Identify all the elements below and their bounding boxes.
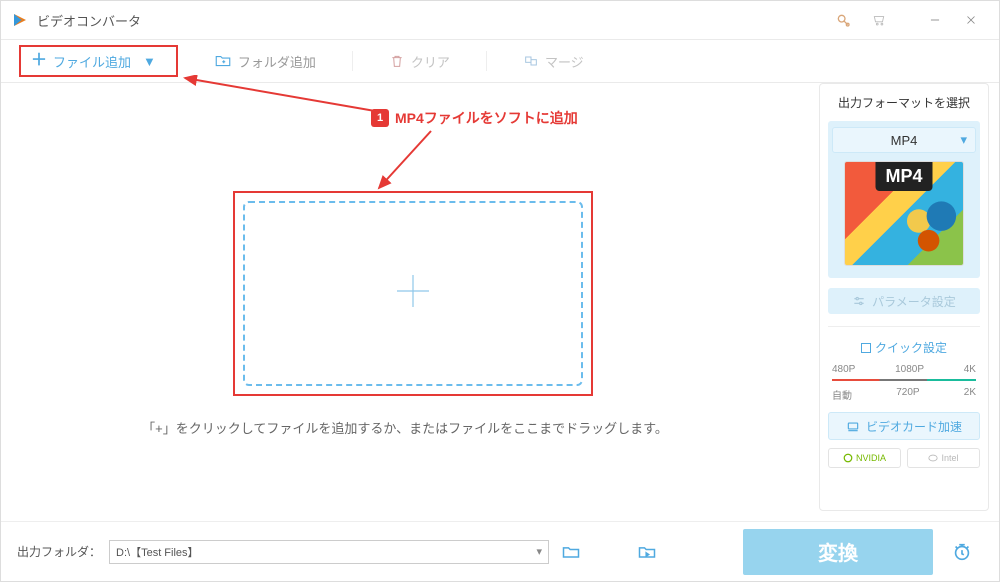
minimize-button[interactable] — [917, 5, 953, 35]
add-file-label: ファイル追加 — [53, 52, 131, 71]
merge-label: マージ — [545, 52, 584, 71]
quality-slider[interactable] — [832, 379, 976, 381]
output-folder-select[interactable]: D:\【Test Files】 ▾ — [109, 540, 549, 564]
merge-button[interactable]: マージ — [515, 45, 592, 77]
output-format-value: MP4 — [891, 133, 918, 148]
format-thumbnail[interactable]: MP4 — [844, 161, 964, 266]
folder-plus-icon — [214, 52, 232, 70]
app-window: ビデオコンバータ ＋ ファイル追加 ▼ フォルダ追加 — [0, 0, 1000, 582]
callout-text: MP4ファイルをソフトに追加 — [395, 108, 578, 128]
add-folder-button[interactable]: フォルダ追加 — [206, 45, 324, 77]
open-folder-button[interactable] — [557, 538, 585, 566]
right-panel-title: 出力フォーマットを選択 — [828, 94, 980, 111]
quality-scale-bottom: 自動 720P 2K — [828, 387, 980, 402]
chevron-down-icon: ▾ — [960, 132, 967, 148]
parameter-settings-button[interactable]: パラメータ設定 — [828, 288, 980, 314]
toolbar: ＋ ファイル追加 ▼ フォルダ追加 クリア マージ — [1, 40, 999, 82]
step-badge: 1 — [371, 109, 389, 127]
nvidia-badge: NVIDIA — [828, 448, 901, 468]
output-format-select[interactable]: MP4 ▾ — [832, 127, 976, 153]
account-icon[interactable] — [825, 5, 861, 35]
clear-button[interactable]: クリア — [381, 45, 458, 77]
dropzone[interactable] — [243, 201, 583, 386]
merge-icon — [523, 53, 539, 69]
annotation-arrow-1 — [175, 75, 385, 125]
app-title: ビデオコンバータ — [37, 11, 141, 30]
quality-scale-top: 480P 1080P 4K — [828, 364, 980, 375]
chevron-down-icon: ▼ — [143, 54, 156, 69]
close-button[interactable] — [953, 5, 989, 35]
add-folder-label: フォルダ追加 — [238, 52, 316, 71]
intel-badge: Intel — [907, 448, 980, 468]
app-logo-icon — [11, 11, 29, 29]
open-output-button[interactable] — [633, 538, 661, 566]
param-label: パラメータ設定 — [872, 293, 956, 310]
schedule-button[interactable] — [941, 531, 983, 573]
bottom-bar: 出力フォルダ： D:\【Test Files】 ▾ 変換 — [1, 521, 999, 581]
dropzone-plus-icon — [393, 271, 433, 316]
format-badge: MP4 — [875, 162, 932, 191]
plus-icon: ＋ — [31, 53, 47, 69]
gpu-label: ビデオカード加速 — [866, 418, 962, 435]
trash-icon — [389, 53, 405, 69]
gpu-vendors: NVIDIA Intel — [828, 448, 980, 468]
dropzone-highlight — [233, 191, 593, 396]
convert-label: 変換 — [818, 537, 858, 566]
output-folder-label: 出力フォルダ： — [17, 543, 101, 560]
right-panel: 出力フォーマットを選択 MP4 ▾ MP4 パラメータ設定 クイック設定 480… — [819, 83, 989, 511]
quick-settings-title: クイック設定 — [828, 339, 980, 356]
annotation-callout: 1 MP4ファイルをソフトに追加 — [371, 108, 578, 128]
main-content: 1 MP4ファイルをソフトに追加 「+」をクリックしてファイルを追加するか、また… — [1, 83, 809, 511]
cart-icon[interactable] — [861, 5, 897, 35]
title-bar: ビデオコンバータ — [1, 1, 999, 39]
output-folder-path: D:\【Test Files】 — [116, 544, 199, 560]
gpu-accel-button[interactable]: ビデオカード加速 — [828, 412, 980, 440]
clear-label: クリア — [411, 52, 450, 71]
chevron-down-icon: ▾ — [536, 545, 542, 558]
convert-button[interactable]: 変換 — [743, 529, 933, 575]
dropzone-hint: 「+」をクリックしてファイルを追加するか、またはファイルをここまでドラッグします… — [1, 418, 809, 437]
add-file-button[interactable]: ＋ ファイル追加 ▼ — [19, 45, 178, 77]
annotation-arrow-2 — [371, 126, 441, 196]
